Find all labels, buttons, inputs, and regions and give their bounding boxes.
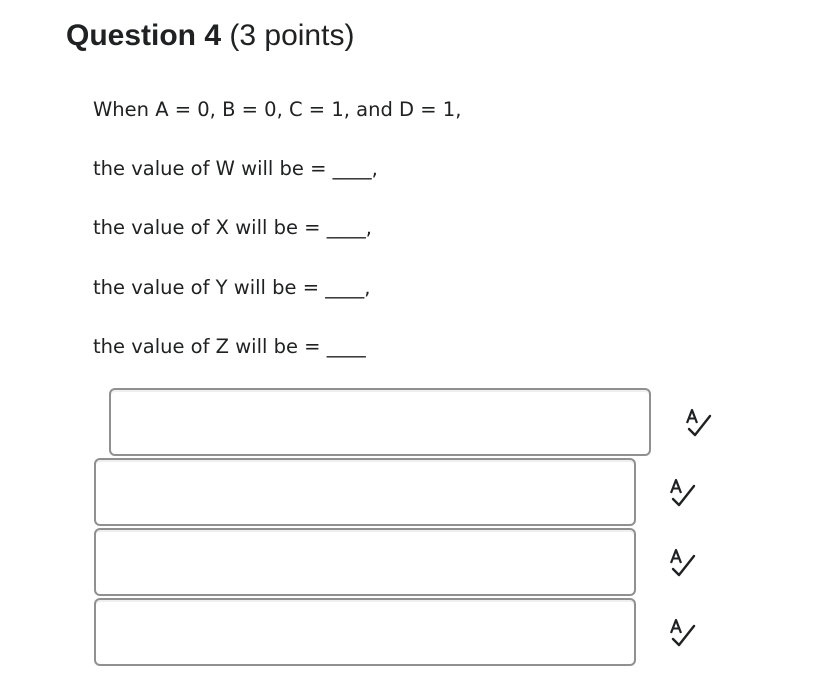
answer-input-3[interactable]	[94, 528, 636, 596]
spell-check-icon-graphic	[669, 618, 696, 647]
answer-input-1[interactable]	[109, 388, 651, 456]
answer-input-4[interactable]	[94, 598, 636, 666]
prompt-line-x: the value of X will be = ____,	[93, 216, 372, 239]
prompt-line-w: the value of W will be = ____,	[93, 157, 378, 180]
spell-check-icon[interactable]	[665, 475, 699, 509]
spell-check-icon-graphic	[669, 478, 696, 507]
question-points: (3 points)	[229, 19, 355, 52]
prompt-line-y: the value of Y will be = ____,	[93, 276, 371, 299]
spell-check-icon-graphic	[685, 408, 712, 437]
spell-check-icon[interactable]	[665, 545, 699, 579]
question-title: Question 4	[66, 19, 222, 52]
prompt-line-z: the value of Z will be = ____	[93, 335, 366, 358]
spell-check-icon-graphic	[669, 548, 696, 577]
question-header: Question 4 (3 points)	[66, 16, 354, 56]
prompt-line-conditions: When A = 0, B = 0, C = 1, and D = 1,	[93, 98, 462, 121]
spell-check-icon[interactable]	[665, 615, 699, 649]
answer-input-2[interactable]	[94, 458, 636, 526]
spell-check-icon[interactable]	[681, 405, 715, 439]
